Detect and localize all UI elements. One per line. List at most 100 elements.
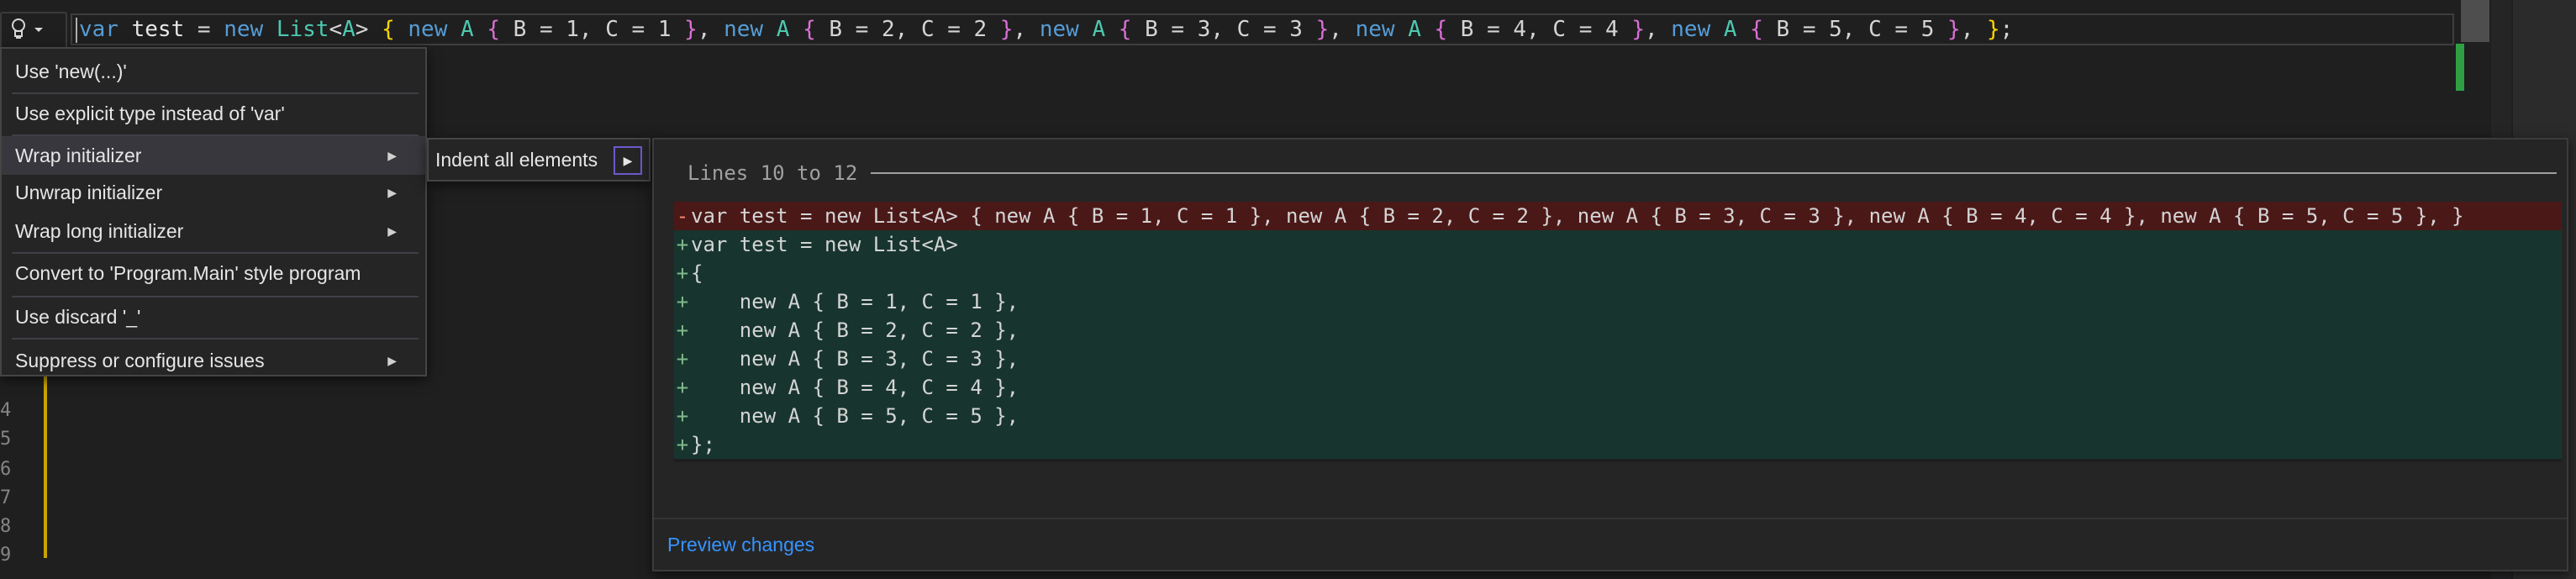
menu-item-indent-all-elements[interactable]: Indent all elements bbox=[435, 149, 598, 171]
code-token: > bbox=[355, 17, 382, 42]
menu-item-label: Unwrap initializer bbox=[15, 181, 163, 203]
menu-item-wrap-initializer[interactable]: Wrap initializer ▶ bbox=[2, 136, 425, 175]
code-token: = bbox=[184, 17, 224, 42]
diff-text: { bbox=[691, 261, 703, 285]
code-token: { bbox=[1118, 17, 1132, 42]
diff-text: new A { B = 4, C = 4 }, bbox=[691, 376, 1019, 399]
chevron-right-icon: ▶ bbox=[387, 224, 397, 238]
code-token: , bbox=[1329, 17, 1356, 42]
diff-added-line: + new A { B = 1, C = 1 }, bbox=[674, 287, 2562, 316]
code-token: { bbox=[487, 17, 500, 42]
diff-added-line: +{ bbox=[674, 259, 2562, 287]
lightbulb-icon bbox=[10, 18, 27, 44]
code-token: new bbox=[1671, 17, 1711, 42]
diff-added-line: + var test = new List<A> bbox=[674, 230, 2562, 259]
code-token: { bbox=[1750, 17, 1763, 42]
code-token: } bbox=[1631, 17, 1645, 42]
menu-separator bbox=[12, 338, 419, 340]
code-line-current[interactable]: var test = new List<A> { new A { B = 1, … bbox=[71, 13, 2454, 45]
diff-added-line: + new A { B = 5, C = 5 }, bbox=[674, 402, 2562, 430]
scrollbar-thumb[interactable] bbox=[2461, 0, 2489, 42]
code-token: A bbox=[342, 17, 356, 42]
code-token: B = 1, C = 1 bbox=[500, 17, 685, 42]
code-token: { bbox=[1434, 17, 1448, 42]
code-token: new bbox=[724, 17, 764, 42]
code-text: var test = new List<A> { new A { B = 1, … bbox=[79, 17, 2013, 42]
code-token: ; bbox=[1999, 17, 2014, 42]
preview-footer: Preview changes bbox=[654, 518, 2567, 570]
code-token: A bbox=[776, 17, 790, 42]
code-token: , bbox=[1644, 17, 1672, 42]
code-token: } bbox=[684, 17, 698, 42]
code-token: } bbox=[1947, 17, 1961, 42]
menu-item-label: Use explicit type instead of 'var' bbox=[15, 102, 285, 124]
menu-item-unwrap-initializer[interactable]: Unwrap initializer ▶ bbox=[2, 173, 425, 212]
menu-item-label: Wrap long initializer bbox=[15, 219, 184, 242]
chevron-right-icon[interactable]: ▶ bbox=[614, 146, 642, 175]
code-token: B = 2, C = 2 bbox=[815, 17, 1000, 42]
code-token: } bbox=[1315, 17, 1330, 42]
preview-title: Lines 10 to 12 bbox=[687, 161, 858, 185]
diff-added-line: + new A { B = 4, C = 4 }, bbox=[674, 373, 2562, 402]
diff-text: new A { B = 3, C = 3 }, bbox=[691, 347, 1019, 371]
menu-item-use-explicit-type-instead-of-var[interactable]: Use explicit type instead of 'var' bbox=[2, 94, 425, 133]
code-token: List bbox=[276, 17, 329, 42]
code-token: A bbox=[1092, 17, 1106, 42]
code-token: new bbox=[224, 17, 264, 42]
code-token: B = 5, C = 5 bbox=[1762, 17, 1948, 42]
code-token: { bbox=[803, 17, 816, 42]
menu-item-label: Wrap initializer bbox=[15, 144, 142, 166]
scrollbar-change-marker bbox=[2456, 44, 2464, 91]
code-token: } bbox=[999, 17, 1014, 42]
diff-text: new A { B = 1, C = 1 }, bbox=[691, 290, 1019, 313]
code-token: A bbox=[461, 17, 474, 42]
line-number: 4 bbox=[0, 400, 12, 421]
chevron-down-icon[interactable] bbox=[34, 23, 44, 38]
diff-added-line: + new A { B = 3, C = 3 }, bbox=[674, 345, 2562, 373]
menu-item-use-new[interactable]: Use 'new(...)' bbox=[2, 52, 425, 91]
quick-actions-button[interactable] bbox=[0, 12, 67, 49]
text-cursor bbox=[76, 17, 77, 43]
code-token: test bbox=[131, 17, 185, 42]
code-token: A bbox=[1723, 17, 1737, 42]
diff-sign: + bbox=[676, 433, 689, 456]
code-token: var bbox=[79, 17, 119, 42]
menu-item-wrap-long-initializer[interactable]: Wrap long initializer ▶ bbox=[2, 212, 425, 250]
wrap-initializer-submenu[interactable]: Indent all elements ▶ bbox=[427, 138, 651, 182]
quick-actions-menu: Use 'new(...)' Use explicit type instead … bbox=[0, 47, 427, 376]
diff-text: var test = new List<A> bbox=[691, 233, 958, 256]
line-number: 8 bbox=[0, 516, 12, 537]
preview-changes-link[interactable]: Preview changes bbox=[667, 534, 814, 556]
diff-sign: + bbox=[676, 376, 689, 399]
line-number: 5 bbox=[0, 429, 12, 450]
diff-text: new A { B = 2, C = 2 }, bbox=[691, 318, 1019, 342]
diff-text: var test = new List<A> { new A { B = 1, … bbox=[691, 204, 2464, 228]
menu-item-label: Use discard '_' bbox=[15, 305, 141, 328]
chevron-right-icon: ▶ bbox=[387, 353, 397, 367]
line-number: 9 bbox=[0, 545, 12, 566]
code-token: A bbox=[1408, 17, 1421, 42]
menu-item-label: Suppress or configure issues bbox=[15, 349, 265, 371]
diff-sign: + bbox=[676, 261, 689, 285]
preview-header: Lines 10 to 12 bbox=[687, 150, 2557, 197]
chevron-right-icon: ▶ bbox=[387, 148, 397, 162]
code-token: , bbox=[697, 17, 724, 42]
diff-sign: + bbox=[676, 318, 689, 342]
menu-item-convert-to-program-main-style-program[interactable]: Convert to 'Program.Main' style program bbox=[2, 254, 425, 292]
menu-item-use-discard[interactable]: Use discard '_' bbox=[2, 297, 425, 336]
menu-item-suppress-or-configure-issues[interactable]: Suppress or configure issues ▶ bbox=[2, 341, 425, 380]
preview-pane: Lines 10 to 12 - var test = new List<A> {… bbox=[652, 138, 2568, 571]
diff-added-line: +}; bbox=[674, 430, 2562, 459]
diff-removed-line: - var test = new List<A> { new A { B = 1,… bbox=[674, 202, 2562, 230]
